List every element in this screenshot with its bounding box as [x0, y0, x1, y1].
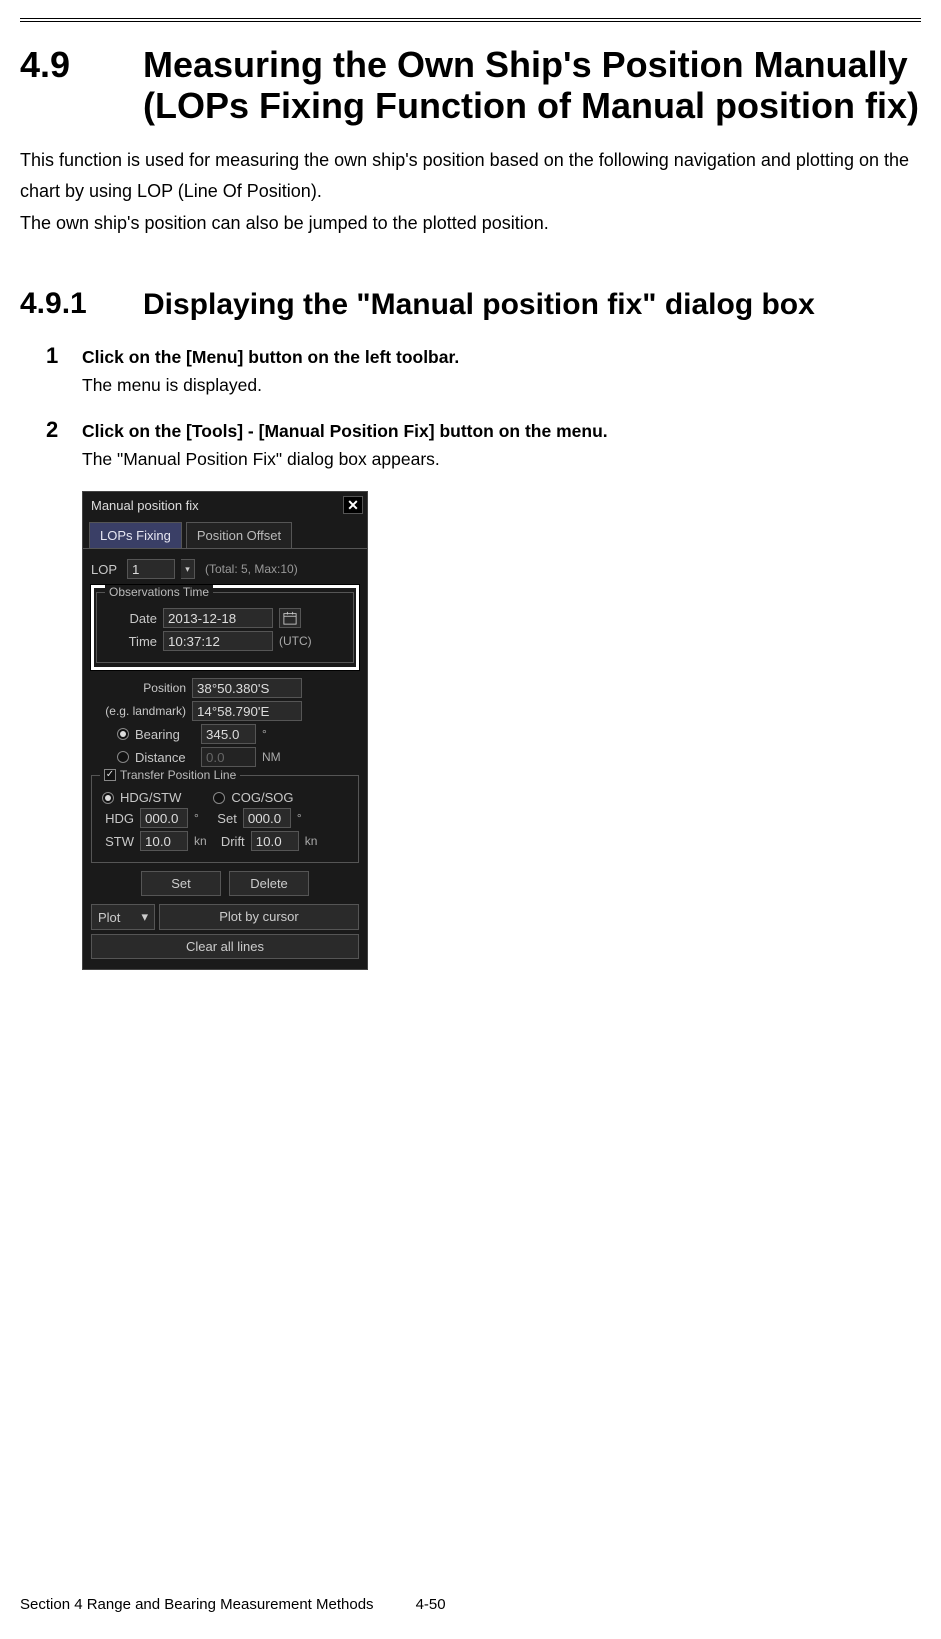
lop-total-label: (Total: 5, Max:10): [205, 562, 298, 576]
hdg-label: HDG: [102, 811, 134, 826]
intro-paragraphs: This function is used for measuring the …: [20, 145, 921, 240]
set-unit: °: [297, 811, 302, 825]
hdg-input[interactable]: [140, 808, 188, 828]
dialog-tabs: LOPs Fixing Position Offset: [83, 518, 367, 549]
lop-selector-row: LOP ▾ (Total: 5, Max:10): [91, 559, 359, 579]
heading-1-number: 4.9: [20, 44, 115, 127]
time-label: Time: [107, 634, 157, 649]
time-unit: (UTC): [279, 634, 312, 648]
lop-input[interactable]: [127, 559, 175, 579]
step-2: 2 Click on the [Tools] - [Manual Positio…: [46, 417, 921, 473]
plot-button-label: Plot: [98, 910, 120, 925]
set-delete-row: Set Delete: [91, 871, 359, 896]
footer-section: Section 4 Range and Bearing Measurement …: [20, 1596, 374, 1613]
observations-time-highlight: Observations Time Date Time (UTC): [91, 585, 359, 670]
heading-2-number: 4.9.1: [20, 287, 115, 323]
position-label: Position: [91, 681, 186, 695]
intro-line-2: The own ship's position can also be jump…: [20, 208, 921, 240]
distance-radio[interactable]: [117, 751, 129, 763]
page-footer: Section 4 Range and Bearing Measurement …: [20, 1596, 446, 1613]
heading-2-title: Displaying the "Manual position fix" dia…: [143, 287, 815, 323]
stw-label: STW: [102, 834, 134, 849]
delete-button[interactable]: Delete: [229, 871, 309, 896]
distance-input[interactable]: [201, 747, 256, 767]
date-label: Date: [107, 611, 157, 626]
set-input[interactable]: [243, 808, 291, 828]
drift-unit: kn: [305, 834, 318, 848]
plot-button[interactable]: Plot ▾: [91, 904, 155, 930]
dialog-body: LOP ▾ (Total: 5, Max:10) Observations Ti…: [83, 549, 367, 969]
step-1-number: 1: [46, 343, 64, 399]
cog-sog-radio[interactable]: [213, 792, 225, 804]
step-1-bold: Click on the [Menu] button on the left t…: [82, 347, 459, 367]
bearing-input[interactable]: [201, 724, 256, 744]
tpl-legend: Transfer Position Line: [100, 768, 240, 782]
position-lon-input[interactable]: [192, 701, 302, 721]
drift-label: Drift: [213, 834, 245, 849]
heading-2: 4.9.1 Displaying the "Manual position fi…: [20, 287, 921, 323]
distance-label: Distance: [135, 750, 195, 765]
hdg-stw-radio[interactable]: [102, 792, 114, 804]
heading-1-title: Measuring the Own Ship's Position Manual…: [143, 44, 921, 127]
stw-input[interactable]: [140, 831, 188, 851]
step-1: 1 Click on the [Menu] button on the left…: [46, 343, 921, 399]
tpl-checkbox[interactable]: [104, 769, 116, 781]
clear-all-lines-button[interactable]: Clear all lines: [91, 934, 359, 959]
intro-line-1: This function is used for measuring the …: [20, 145, 921, 208]
tpl-legend-text: Transfer Position Line: [120, 768, 236, 782]
step-1-text: The menu is displayed.: [82, 375, 262, 395]
observations-time-legend: Observations Time: [105, 585, 213, 599]
step-2-number: 2: [46, 417, 64, 473]
bearing-radio[interactable]: [117, 728, 129, 740]
calendar-icon[interactable]: [279, 608, 301, 628]
plot-row: Plot ▾ Plot by cursor: [91, 904, 359, 930]
drift-input[interactable]: [251, 831, 299, 851]
page-top-rule: [20, 18, 921, 22]
set-button[interactable]: Set: [141, 871, 221, 896]
close-icon: ✕: [347, 497, 359, 514]
plot-by-cursor-button[interactable]: Plot by cursor: [159, 904, 359, 930]
set-label: Set: [205, 811, 237, 826]
position-lat-input[interactable]: [192, 678, 302, 698]
time-input[interactable]: [163, 631, 273, 651]
position-sublabel: (e.g. landmark): [91, 704, 186, 718]
chevron-down-icon: ▾: [141, 909, 148, 925]
calendar-icon-svg: [283, 611, 297, 625]
close-button[interactable]: ✕: [343, 496, 363, 514]
stw-unit: kn: [194, 834, 207, 848]
step-2-bold: Click on the [Tools] - [Manual Position …: [82, 421, 608, 441]
cog-sog-label: COG/SOG: [231, 790, 293, 805]
transfer-position-line-fieldset: Transfer Position Line HDG/STW COG/SOG H…: [91, 775, 359, 863]
distance-unit: NM: [262, 750, 281, 764]
hdg-stw-label: HDG/STW: [120, 790, 181, 805]
date-input[interactable]: [163, 608, 273, 628]
bearing-label: Bearing: [135, 727, 195, 742]
dialog-title: Manual position fix: [91, 498, 199, 513]
step-list: 1 Click on the [Menu] button on the left…: [20, 343, 921, 473]
step-2-text: The "Manual Position Fix" dialog box app…: [82, 449, 440, 469]
heading-1: 4.9 Measuring the Own Ship's Position Ma…: [20, 44, 921, 127]
bearing-unit: °: [262, 727, 267, 741]
footer-page: 4-50: [416, 1596, 446, 1613]
observations-time-fieldset: Observations Time Date Time (UTC): [96, 592, 354, 663]
tab-lops-fixing[interactable]: LOPs Fixing: [89, 522, 182, 548]
dialog-titlebar: Manual position fix ✕: [83, 492, 367, 518]
lop-label: LOP: [91, 562, 121, 577]
chevron-down-icon[interactable]: ▾: [181, 559, 195, 579]
manual-position-fix-dialog: Manual position fix ✕ LOPs Fixing Positi…: [82, 491, 368, 970]
hdg-unit: °: [194, 811, 199, 825]
tab-position-offset[interactable]: Position Offset: [186, 522, 292, 548]
